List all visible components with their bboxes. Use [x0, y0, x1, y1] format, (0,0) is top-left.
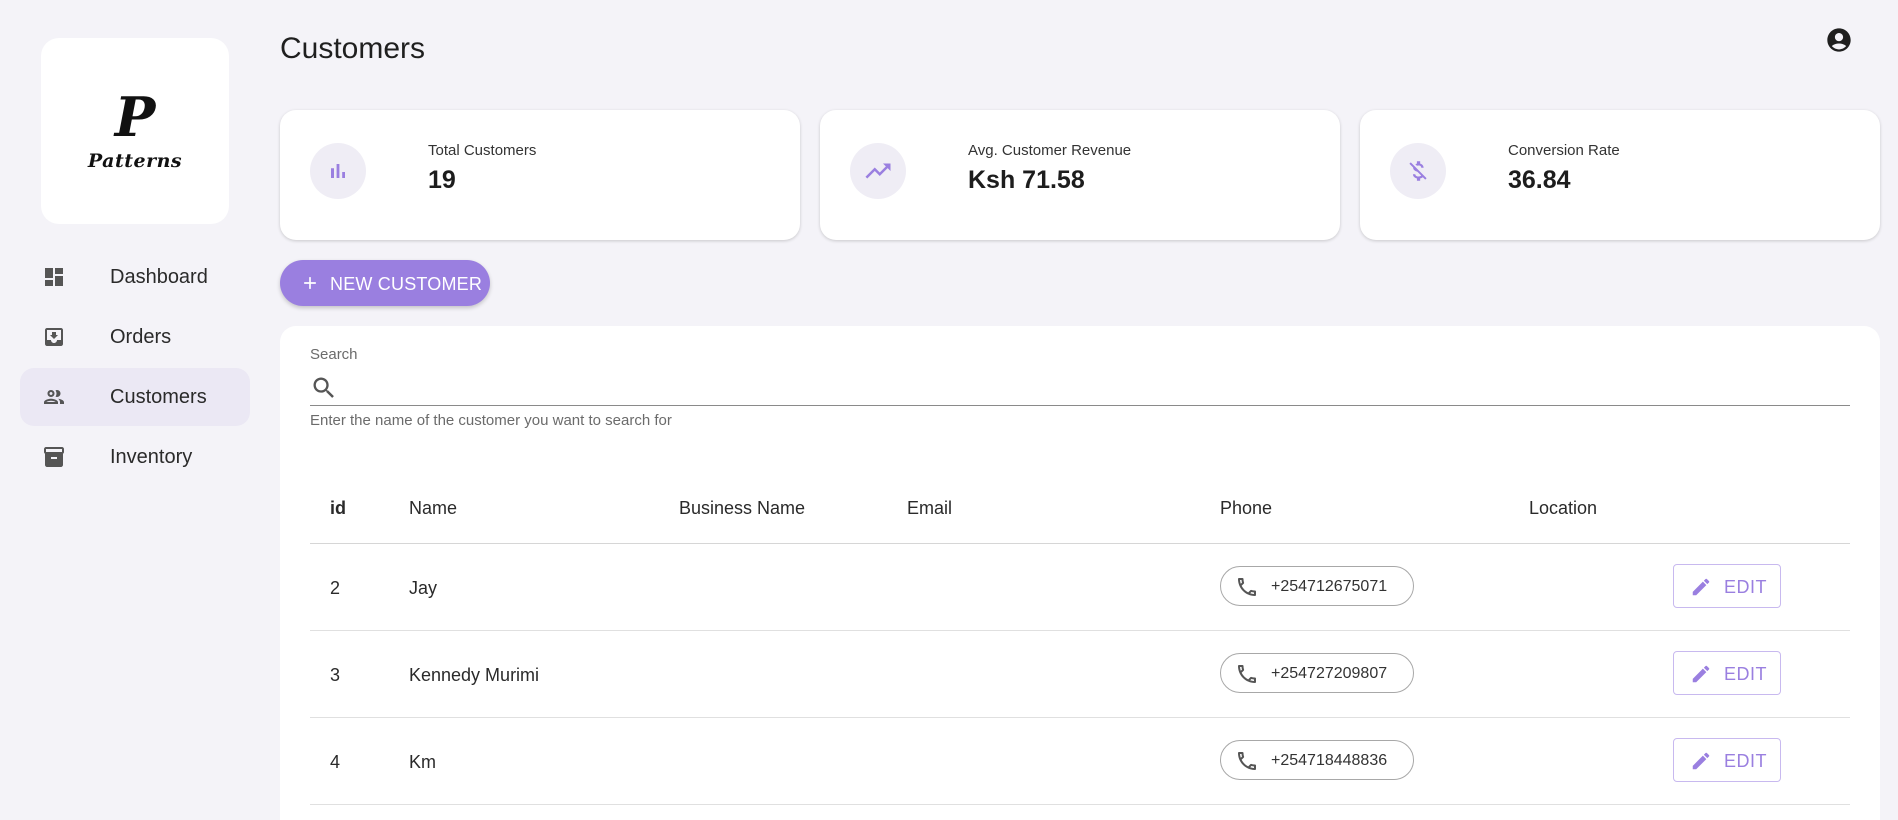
- cell-id: 4: [330, 752, 341, 772]
- archive-box-icon: [44, 447, 64, 467]
- new-customer-label: NEW CUSTOMER: [330, 274, 483, 294]
- pencil-icon: [1692, 752, 1710, 770]
- edit-button[interactable]: EDIT: [1673, 738, 1781, 782]
- stat-value: 36.84: [1508, 166, 1571, 194]
- cell-name: Jay: [409, 578, 438, 598]
- phone-number: +254712675071: [1271, 578, 1388, 595]
- sidebar-item-inventory[interactable]: Inventory: [20, 428, 250, 486]
- cell-name: Kennedy Murimi: [409, 665, 540, 685]
- stat-label: Conversion Rate: [1508, 142, 1620, 159]
- customers-table: id Name Business Name Email Phone Locati…: [310, 476, 1850, 805]
- app-root: P Patterns Dashboard Orders Customers In…: [0, 0, 1898, 820]
- stat-card-total-customers: Total Customers 19: [280, 110, 800, 240]
- cell-name: Km: [409, 752, 436, 772]
- money-off-icon: [1409, 161, 1427, 181]
- table-header-row: id Name Business Name Email Phone Locati…: [310, 476, 1850, 544]
- stat-label: Avg. Customer Revenue: [968, 142, 1132, 159]
- phone-number: +254718448836: [1271, 752, 1388, 769]
- edit-label: EDIT: [1724, 664, 1768, 684]
- column-header-business-name[interactable]: Business Name: [679, 498, 805, 519]
- sidebar-item-orders[interactable]: Orders: [20, 308, 250, 366]
- sidebar-nav: Dashboard Orders Customers Inventory: [20, 248, 250, 488]
- sidebar-item-label: Inventory: [110, 445, 193, 468]
- plus-icon: [304, 277, 316, 289]
- stat-label: Total Customers: [428, 142, 537, 159]
- sidebar-item-label: Orders: [110, 325, 172, 348]
- brand-logo[interactable]: P Patterns: [41, 38, 229, 224]
- cell-id: 3: [330, 665, 341, 685]
- cell-id: 2: [330, 578, 341, 598]
- search-icon: [313, 377, 334, 398]
- search-field[interactable]: [310, 370, 1850, 406]
- pencil-icon: [1692, 665, 1710, 683]
- search-input[interactable]: [346, 372, 1836, 404]
- phone-icon: [1238, 665, 1256, 683]
- stat-value: Ksh 71.58: [968, 166, 1085, 194]
- brand-name: Patterns: [87, 150, 183, 172]
- people-icon: [44, 390, 64, 404]
- edit-button[interactable]: EDIT: [1673, 564, 1781, 608]
- phone-number: +254727209807: [1271, 665, 1388, 682]
- bar-chart-icon: [331, 164, 345, 178]
- edit-label: EDIT: [1724, 577, 1768, 597]
- column-header-location[interactable]: Location: [1529, 498, 1597, 519]
- stat-icon-container: [850, 143, 906, 199]
- dashboard-icon: [45, 268, 63, 286]
- table-row: 2 Jay +254712675071 EDIT: [310, 544, 1850, 631]
- stat-icon-container: [310, 143, 366, 199]
- column-header-email[interactable]: Email: [907, 498, 952, 519]
- column-header-name[interactable]: Name: [409, 498, 457, 519]
- stat-value: 19: [428, 166, 456, 194]
- search-label: Search: [310, 346, 358, 363]
- edit-label: EDIT: [1724, 751, 1768, 771]
- stat-icon-container: [1390, 143, 1446, 199]
- phone-icon: [1238, 578, 1256, 596]
- pencil-icon: [1692, 578, 1710, 596]
- sidebar-item-dashboard[interactable]: Dashboard: [20, 248, 250, 306]
- edit-button[interactable]: EDIT: [1673, 651, 1781, 695]
- search-helper-text: Enter the name of the customer you want …: [310, 412, 672, 429]
- brand-mark: P: [114, 85, 156, 149]
- column-header-phone[interactable]: Phone: [1220, 498, 1272, 519]
- column-header-id[interactable]: id: [330, 498, 346, 519]
- phone-chip[interactable]: +254727209807: [1220, 653, 1414, 693]
- table-row: 3 Kennedy Murimi +254727209807 EDIT: [310, 631, 1850, 718]
- phone-chip[interactable]: +254718448836: [1220, 740, 1414, 780]
- stat-card-avg-revenue: Avg. Customer Revenue Ksh 71.58: [820, 110, 1340, 240]
- sidebar-item-customers[interactable]: Customers: [20, 368, 250, 426]
- sidebar-item-label: Dashboard: [110, 265, 208, 288]
- sidebar-item-label: Customers: [110, 385, 207, 408]
- sidebar: P Patterns Dashboard Orders Customers In…: [0, 0, 270, 820]
- inbox-arrow-icon: [45, 328, 63, 346]
- phone-icon: [1238, 752, 1256, 770]
- page-title: Customers: [280, 32, 426, 65]
- stat-card-conversion-rate: Conversion Rate 36.84: [1360, 110, 1880, 240]
- account-circle-icon[interactable]: [1825, 26, 1853, 54]
- phone-chip[interactable]: +254712675071: [1220, 566, 1414, 606]
- new-customer-button[interactable]: NEW CUSTOMER: [280, 260, 490, 306]
- trending-up-icon: [865, 163, 891, 179]
- table-row: 4 Km +254718448836 EDIT: [310, 718, 1850, 805]
- customers-table-card: Search Enter the name of the customer yo…: [280, 326, 1880, 820]
